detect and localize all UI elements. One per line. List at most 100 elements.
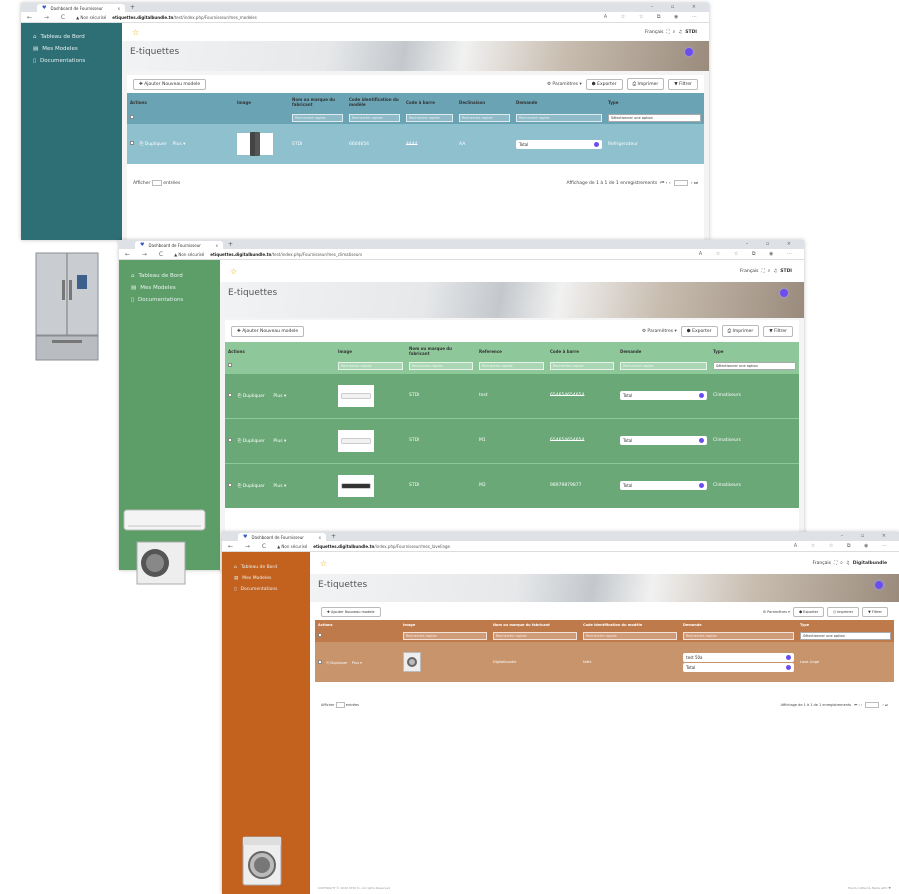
window-controls[interactable]: – ▫ × [746,241,799,247]
search-icon[interactable]: ⌕ [673,29,676,35]
export-button[interactable]: ⬢ Exporter [680,325,718,337]
demande-badge[interactable]: Total [620,436,707,445]
sidebar-item-dashboard[interactable]: ⌂ Tableau de Bord [21,31,122,43]
filter-input[interactable]: Recherche rapide [620,362,707,371]
filter-input[interactable]: Recherche rapide [403,631,487,640]
search-icon[interactable]: ⌕ [768,268,771,274]
more-dropdown[interactable]: Plus ▾ [352,661,362,665]
export-button[interactable]: ⬢ Exporter [585,78,623,90]
type-select[interactable]: Sélectionner une option [608,113,701,122]
close-tab-icon[interactable]: x [319,535,321,540]
filter-button[interactable]: ▼ Filtrer [763,325,793,337]
address-bar[interactable]: ← → C ▲ Non sécurisé etiquettes.digitalb… [21,12,709,23]
fullscreen-icon[interactable]: ⛶ [667,29,670,35]
more-dropdown[interactable]: Plus ▾ [173,142,186,147]
filter-input[interactable]: Recherche rapide [583,631,677,640]
add-model-button[interactable]: ✚ Ajouter Nouveau modele [321,607,381,617]
filter-input[interactable]: Recherche rapide [550,362,614,371]
window-controls[interactable]: – ▫ × [651,4,704,10]
bell-icon[interactable]: ♫ [846,561,850,566]
filter-button[interactable]: ▼ Filtrer [862,607,888,617]
row-checkbox[interactable] [228,482,232,487]
filter-button[interactable]: ▼ Filtrer [668,78,698,90]
pager-next[interactable]: › ⏭ [882,703,888,707]
new-tab-button[interactable]: + [130,4,135,12]
page-input[interactable] [673,180,688,186]
nav-buttons[interactable]: ← → C [228,543,271,550]
more-dropdown[interactable]: Plus ▾ [273,394,286,399]
address-bar[interactable]: ← → C ▲ Non sécurisé etiquettes.digitalb… [119,249,804,260]
filter-input[interactable]: Recherche rapide [406,113,453,122]
browser-tools[interactable]: A ☆ ☆ ⧉ ◉ ⋯ [604,14,703,20]
print-button[interactable]: ⎙ Imprimer [827,607,860,617]
filter-input[interactable]: Recherche rapide [292,113,343,122]
demande-badge[interactable]: Total [620,481,707,491]
url-text[interactable]: etiquettes.digitalbundle.tn/test/index.p… [210,252,362,257]
demande-badge[interactable]: Total [516,139,602,149]
duplicate-link[interactable]: ⎘ Dupliquer [326,661,347,665]
sidebar-item-docs[interactable]: ▯ Documentations [21,55,122,67]
window-controls[interactable]: – ▫ × [841,533,894,539]
row-checkbox[interactable] [318,659,322,664]
filter-input[interactable]: Recherche rapide [409,362,473,371]
export-button[interactable]: ⬢ Exporter [792,607,825,617]
star-icon[interactable]: ☆ [132,28,139,37]
demande-badge[interactable]: Total [683,662,794,672]
language-select[interactable]: Français [645,30,664,35]
print-button[interactable]: ⎙ Imprimer [721,325,760,337]
nav-buttons[interactable]: ← → C [27,14,70,21]
filter-input[interactable]: Recherche rapide [338,362,403,371]
duplicate-link[interactable]: ⎘ Dupliquer [140,142,167,147]
params-dropdown[interactable]: ⚙ Paramètres ▾ [547,82,582,87]
browser-tab[interactable]: ♥ Dashboard de Fournisseur x [238,533,326,541]
notification-dot[interactable] [685,48,693,56]
page-size-select[interactable] [335,702,345,708]
add-model-button[interactable]: ✚ Ajouter Nouveau modele [231,325,305,337]
filter-input[interactable]: Recherche rapide [479,362,544,371]
sidebar-item-models[interactable]: ▤ Mes Modeles [222,573,310,584]
page-input[interactable] [865,702,880,708]
row-checkbox[interactable] [130,141,134,145]
select-all-checkbox[interactable] [318,632,322,637]
language-select[interactable]: Français [740,269,759,274]
url-text[interactable]: etiquettes.digitalbundle.tn/index.php/Fo… [313,544,450,549]
sidebar-item-dashboard[interactable]: ⌂ Tableau de Bord [119,270,220,282]
duplicate-link[interactable]: ⎘ Dupliquer [238,394,265,399]
row-checkbox[interactable] [228,392,232,397]
user-name[interactable]: STDI [685,30,697,35]
sidebar-item-dashboard[interactable]: ⌂ Tableau de Bord [222,562,310,573]
demande-badge[interactable]: test 50a [683,652,794,662]
close-tab-icon[interactable]: x [118,6,120,11]
notification-dot[interactable] [875,581,883,589]
type-select[interactable]: Sélectionner une option [713,362,796,371]
address-bar[interactable]: ← → C ▲ Non sécurisé etiquettes.digitalb… [222,541,899,552]
browser-tab[interactable]: ♥ Dashboard de Fournisseur x [135,241,223,249]
fullscreen-icon[interactable]: ⛶ [834,560,837,566]
sidebar-item-docs[interactable]: ▯ Documentations [119,294,220,306]
more-dropdown[interactable]: Plus ▾ [273,439,286,444]
filter-input[interactable]: Recherche rapide [516,113,602,122]
pager-next[interactable]: › ⏭ [691,180,698,186]
user-name[interactable]: STDI [780,269,792,274]
nav-buttons[interactable]: ← → C [125,251,168,258]
select-all-checkbox[interactable] [130,114,134,119]
url-text[interactable]: etiquettes.digitalbundle.tn/test/index.p… [112,15,257,20]
sidebar-item-docs[interactable]: ▯ Documentations [222,584,310,595]
sidebar-item-models[interactable]: ▤ Mes Modeles [119,282,220,294]
more-dropdown[interactable]: Plus ▾ [273,484,286,489]
duplicate-link[interactable]: ⎘ Dupliquer [238,439,265,444]
new-tab-button[interactable]: + [331,533,336,541]
browser-tools[interactable]: A ☆ ☆ ⧉ ◉ ⋯ [794,543,893,549]
pager-prev[interactable]: ⏮ ‹ ‹ [854,703,862,707]
type-select[interactable]: Sélectionner une option [800,631,891,640]
fullscreen-icon[interactable]: ⛶ [762,268,765,274]
browser-tab[interactable]: ♥ Dashboard de Fournisseur x [37,4,125,12]
bell-icon[interactable]: ♫ [773,269,777,274]
star-icon[interactable]: ☆ [230,267,237,276]
filter-input[interactable]: Recherche rapide [493,631,577,640]
language-select[interactable]: Français [812,561,831,566]
duplicate-link[interactable]: ⎘ Dupliquer [238,484,265,489]
user-name[interactable]: Digitalbundle [853,561,887,566]
params-dropdown[interactable]: ⚙ Paramètres ▾ [763,610,790,614]
filter-input[interactable]: Recherche rapide [459,113,510,122]
